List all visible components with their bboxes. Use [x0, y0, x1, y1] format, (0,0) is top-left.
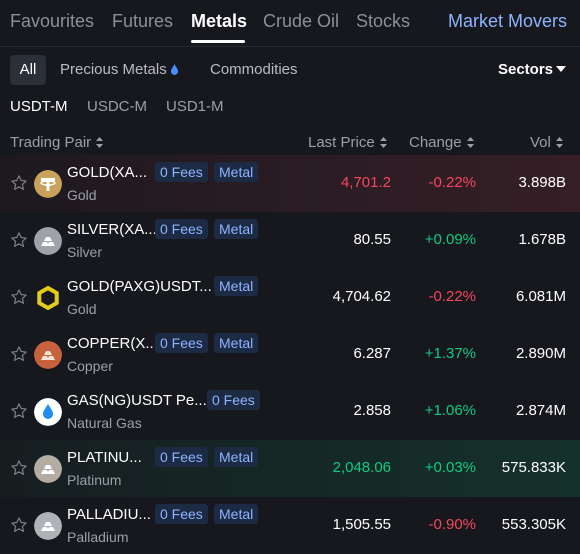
pair-name: COPPER(X... — [67, 335, 158, 352]
metal-badge: Metal — [214, 333, 259, 353]
change-percent: +1.06% — [424, 402, 476, 419]
sort-icon — [466, 137, 474, 148]
tab-futures[interactable]: Futures — [112, 11, 173, 32]
star-icon[interactable] — [10, 459, 28, 477]
change-percent: +0.09% — [424, 231, 476, 248]
quote-usdt-m[interactable]: USDT-M — [10, 98, 68, 115]
table-row[interactable]: SILVER(XA... 0 Fees Metal Silver 80.55 +… — [0, 212, 580, 269]
last-price: 6.287 — [353, 345, 391, 362]
header-last-price[interactable]: Last Price — [308, 134, 387, 151]
header-vol-label: Vol — [530, 134, 551, 151]
star-icon[interactable] — [10, 402, 28, 420]
metal-badge: Metal — [214, 276, 259, 296]
last-price: 1,505.55 — [332, 516, 391, 533]
last-price: 2,048.06 — [332, 459, 391, 476]
volume: 1.678B — [518, 231, 566, 248]
filter-precious-metals-label: Precious Metals — [60, 61, 167, 78]
silver-bars-icon — [34, 227, 62, 255]
sectors-dropdown[interactable]: Sectors — [498, 55, 566, 85]
volume: 553.305K — [501, 516, 566, 533]
metal-badge: Metal — [214, 504, 259, 524]
fees-badge: 0 Fees — [155, 333, 208, 353]
fees-badge: 0 Fees — [155, 162, 208, 182]
volume: 2.874M — [515, 402, 566, 419]
filter-commodities[interactable]: Commodities — [210, 55, 298, 85]
gas-drop-icon — [34, 398, 62, 426]
quote-usd1-m[interactable]: USD1-M — [166, 98, 224, 115]
fees-badge: 0 Fees — [155, 447, 208, 467]
caret-down-icon — [556, 66, 566, 72]
header-vol[interactable]: Vol — [530, 134, 563, 151]
tab-stocks[interactable]: Stocks — [356, 11, 410, 32]
table-row[interactable]: GOLD(PAXG)USDT... Metal Gold 4,704.62 -0… — [0, 269, 580, 326]
tab-favourites[interactable]: Favourites — [10, 11, 94, 32]
fees-badge: 0 Fees — [207, 390, 260, 410]
header-change-label: Change — [409, 134, 462, 151]
table-row[interactable]: GOLD(XA... 0 Fees Metal Gold 4,701.2 -0.… — [0, 155, 580, 212]
last-price: 80.55 — [353, 231, 391, 248]
pair-name: GAS(NG)USDT Pe... — [67, 392, 207, 409]
table-row[interactable]: PLATINU... 0 Fees Metal Platinum 2,048.0… — [0, 440, 580, 497]
pair-name: GOLD(PAXG)USDT... — [67, 278, 212, 295]
tab-metals[interactable]: Metals — [191, 11, 247, 32]
star-icon[interactable] — [10, 288, 28, 306]
header-change[interactable]: Change — [409, 134, 474, 151]
change-percent: +0.03% — [424, 459, 476, 476]
asset-name: Gold — [67, 301, 97, 317]
star-icon[interactable] — [10, 231, 28, 249]
volume: 3.898B — [518, 174, 566, 191]
pair-name: PLATINU... — [67, 449, 142, 466]
usdt-icon — [34, 170, 62, 198]
filter-all[interactable]: All — [10, 55, 46, 85]
star-icon[interactable] — [10, 345, 28, 363]
header-last-price-label: Last Price — [308, 134, 375, 151]
copper-bars-icon — [34, 341, 62, 369]
change-percent: -0.90% — [428, 516, 476, 533]
asset-name: Palladium — [67, 529, 129, 545]
star-icon[interactable] — [10, 516, 28, 534]
header-trading-pair-label: Trading Pair — [10, 134, 92, 151]
asset-name: Natural Gas — [67, 415, 142, 431]
category-tabs: Favourites Futures Metals Crude Oil Stoc… — [0, 0, 580, 47]
filter-precious-metals[interactable]: Precious Metals — [60, 55, 179, 85]
platinum-bars-icon — [34, 455, 62, 483]
volume: 2.890M — [515, 345, 566, 362]
sort-icon — [379, 137, 387, 148]
change-percent: -0.22% — [428, 174, 476, 191]
asset-name: Copper — [67, 358, 113, 374]
volume: 575.833K — [501, 459, 566, 476]
paxg-icon — [34, 284, 62, 312]
drop-icon — [170, 64, 178, 75]
change-percent: -0.22% — [428, 288, 476, 305]
fees-badge: 0 Fees — [155, 219, 208, 239]
last-price: 4,704.62 — [332, 288, 391, 305]
sectors-label: Sectors — [497, 61, 553, 78]
table-row[interactable]: PALLADIU... 0 Fees Metal Palladium 1,505… — [0, 497, 580, 554]
header-trading-pair[interactable]: Trading Pair — [10, 134, 104, 151]
active-tab-underline — [191, 40, 245, 43]
asset-name: Silver — [67, 244, 103, 260]
asset-name: Platinum — [67, 472, 122, 488]
metal-badge: Metal — [214, 219, 259, 239]
table-row[interactable]: COPPER(X... 0 Fees Metal Copper 6.287 +1… — [0, 326, 580, 383]
pair-name: GOLD(XA... — [67, 164, 148, 181]
metal-badge: Metal — [214, 162, 259, 182]
pair-name: SILVER(XA... — [67, 221, 157, 238]
change-percent: +1.37% — [424, 345, 476, 362]
fees-badge: 0 Fees — [155, 504, 208, 524]
sort-icon — [96, 137, 104, 148]
table-row[interactable]: GAS(NG)USDT Pe... 0 Fees Natural Gas 2.8… — [0, 383, 580, 440]
last-price: 4,701.2 — [340, 174, 391, 191]
palladium-bars-icon — [34, 512, 62, 540]
metal-badge: Metal — [214, 447, 259, 467]
star-icon[interactable] — [10, 174, 28, 192]
market-movers-link[interactable]: Market Movers — [448, 11, 567, 32]
pair-name: PALLADIU... — [67, 506, 151, 523]
volume: 6.081M — [515, 288, 566, 305]
tab-crude-oil[interactable]: Crude Oil — [263, 11, 339, 32]
last-price: 2.858 — [353, 402, 391, 419]
quote-usdc-m[interactable]: USDC-M — [87, 98, 147, 115]
asset-name: Gold — [67, 187, 97, 203]
sort-icon — [555, 137, 563, 148]
